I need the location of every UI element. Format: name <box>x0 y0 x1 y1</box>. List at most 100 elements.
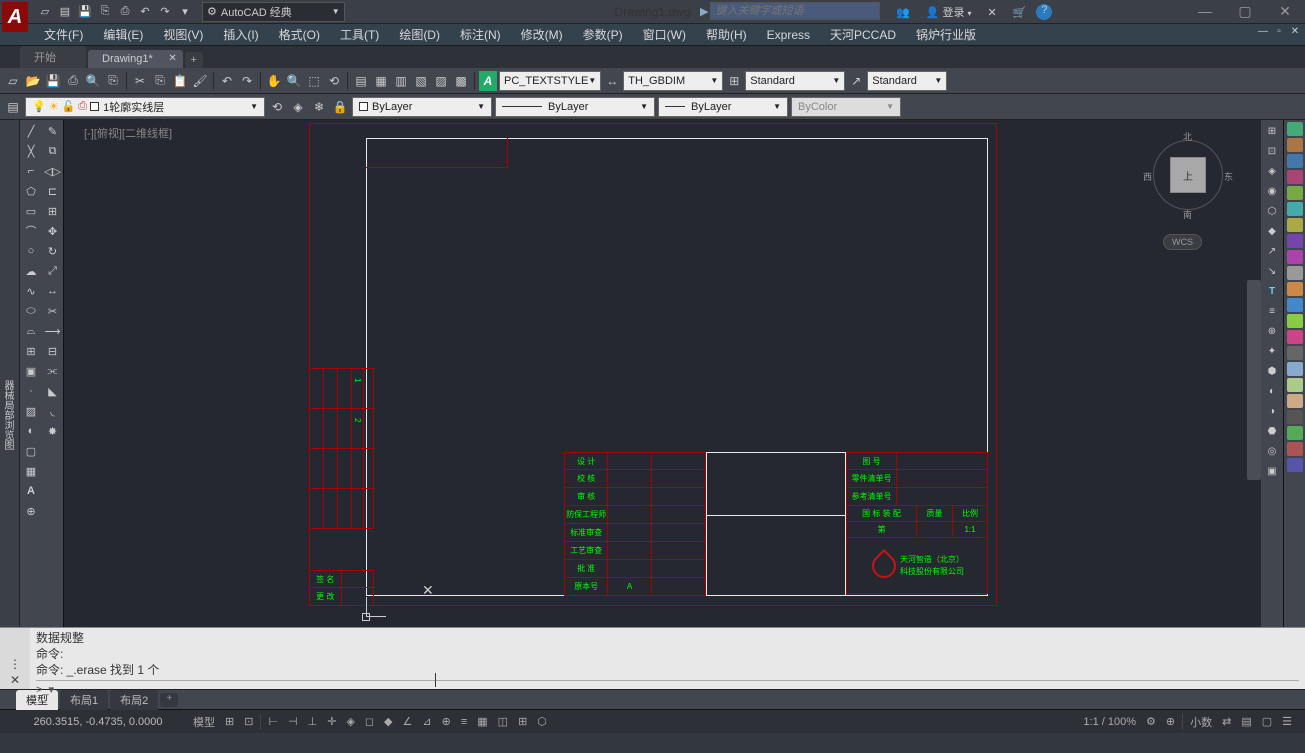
stretch-icon[interactable]: ↔ <box>44 282 62 300</box>
viewport-label[interactable]: [-][俯视][二维线框] <box>84 125 172 141</box>
tablestyle-combo[interactable]: Standard▼ <box>745 71 845 91</box>
pline-icon[interactable]: ⌐ <box>22 162 40 180</box>
menu-view[interactable]: 视图(V) <box>153 23 213 46</box>
viewcube-east[interactable]: 东 <box>1224 170 1233 183</box>
tool15-icon[interactable]: ⬣ <box>1263 422 1281 440</box>
tool12-icon[interactable]: ⬢ <box>1263 362 1281 380</box>
workspace-switcher[interactable]: ⚙ AutoCAD 经典 ▼ <box>202 2 345 22</box>
tool10-icon[interactable]: ⊕ <box>1263 322 1281 340</box>
wcs-badge[interactable]: WCS <box>1163 234 1202 250</box>
sb-model-button[interactable]: 模型 <box>188 712 220 732</box>
zoom-icon[interactable]: 🔍 <box>285 71 303 91</box>
palette-dark[interactable] <box>1287 346 1303 360</box>
palette-blue[interactable] <box>1287 154 1303 168</box>
palette-pink[interactable] <box>1287 330 1303 344</box>
exchange-icon[interactable]: ✕ <box>982 4 1003 21</box>
palette-sky[interactable] <box>1287 298 1303 312</box>
lwt-icon[interactable]: ≡ <box>456 712 472 732</box>
menu-express[interactable]: Express <box>757 25 820 45</box>
qa-caret-icon[interactable]: ▾ <box>176 3 194 21</box>
cmd-close-icon[interactable]: ✕ <box>10 673 20 687</box>
tool-text-icon[interactable]: T <box>1263 282 1281 300</box>
menu-tools[interactable]: 工具(T) <box>330 23 389 46</box>
drawing-canvas[interactable]: [-][俯视][二维线框] 1 2 签 名 更 改 设 计 校 核 审 核 防保… <box>64 120 1261 627</box>
layeriso-icon[interactable]: ◈ <box>289 97 307 117</box>
menu-dim[interactable]: 标注(N) <box>450 23 511 46</box>
fillet-icon[interactable]: ◟ <box>44 402 62 420</box>
region-icon[interactable]: ▢ <box>22 442 40 460</box>
command-input[interactable]: >_▾ <box>36 680 1299 698</box>
textstyle-icon[interactable]: A <box>479 71 497 91</box>
calc-icon[interactable]: ▩ <box>452 71 470 91</box>
mleader-icon[interactable]: ↗ <box>847 71 865 91</box>
trim-icon[interactable]: ✂ <box>44 302 62 320</box>
line-icon[interactable]: ╱ <box>22 122 40 140</box>
3dosnap-icon[interactable]: ◆ <box>379 712 397 732</box>
mdi-close[interactable]: ✕ <box>1287 26 1303 40</box>
new-icon[interactable]: ▱ <box>4 71 22 91</box>
pan-icon[interactable]: ✋ <box>265 71 283 91</box>
tool11-icon[interactable]: ✦ <box>1263 342 1281 360</box>
rotate-icon[interactable]: ↻ <box>44 242 62 260</box>
vertical-scrollbar[interactable] <box>1247 280 1261 480</box>
lineweight-combo[interactable]: ByLayer▼ <box>658 97 788 117</box>
circle-icon[interactable]: ○ <box>22 242 40 260</box>
block-icon[interactable]: ▣ <box>22 362 40 380</box>
units-label[interactable]: 小数 <box>1185 712 1217 732</box>
mirror-icon[interactable]: ◁▷ <box>44 162 62 180</box>
snap-toggle-icon[interactable]: ⊡ <box>239 712 258 732</box>
window-minimize[interactable]: — <box>1185 0 1225 22</box>
qa-open-icon[interactable]: ▤ <box>56 3 74 21</box>
erase-icon[interactable]: ✎ <box>44 122 62 140</box>
chamfer-icon[interactable]: ◣ <box>44 382 62 400</box>
tool16-icon[interactable]: ◎ <box>1263 442 1281 460</box>
infer-icon[interactable]: ⊢ <box>263 712 283 732</box>
grid-toggle-icon[interactable]: ⊞ <box>220 712 239 732</box>
preview-icon[interactable]: 🔍 <box>84 71 102 91</box>
qa-save-icon[interactable]: 💾 <box>76 3 94 21</box>
qa-redo-icon[interactable]: ↷ <box>156 3 174 21</box>
ellarc-icon[interactable]: ⌓ <box>22 322 40 340</box>
publish-icon[interactable]: ⎘ <box>104 71 122 91</box>
tab-start[interactable]: 开始 <box>20 46 86 68</box>
move-icon[interactable]: ✥ <box>44 222 62 240</box>
spline-icon[interactable]: ∿ <box>22 282 40 300</box>
tool3-icon[interactable]: ◈ <box>1263 162 1281 180</box>
tool7-icon[interactable]: ↗ <box>1263 242 1281 260</box>
app-logo[interactable]: A <box>2 2 28 32</box>
signin-button[interactable]: 👤 登录 ▾ <box>920 2 978 22</box>
cart-icon[interactable]: 🛒 <box>1007 4 1033 21</box>
layer-combo[interactable]: 💡 ☀ 🔓 ⎙ 1轮廓实线层 ▼ <box>25 97 265 117</box>
menu-params[interactable]: 参数(P) <box>573 23 633 46</box>
qa-new-icon[interactable]: ▱ <box>36 3 54 21</box>
menu-file[interactable]: 文件(F) <box>34 23 93 46</box>
customize-icon[interactable]: ▤ <box>1236 712 1256 732</box>
mleader-combo[interactable]: Standard▼ <box>867 71 947 91</box>
polar-icon[interactable]: ✛ <box>322 712 341 732</box>
tool6-icon[interactable]: ◆ <box>1263 222 1281 240</box>
side-palette-handle[interactable]: 器械局部浏览图 <box>0 120 20 627</box>
viewcube[interactable]: 上 北 南 西 东 WCS <box>1143 130 1233 250</box>
dimstyle-combo[interactable]: TH_GBDIM▼ <box>623 71 723 91</box>
qa-undo-icon[interactable]: ↶ <box>136 3 154 21</box>
save-icon[interactable]: 💾 <box>44 71 62 91</box>
qa-saveas-icon[interactable]: ⎘ <box>96 3 114 21</box>
tool5-icon[interactable]: ⬡ <box>1263 202 1281 220</box>
window-close[interactable]: ✕ <box>1265 0 1305 22</box>
undo-icon[interactable]: ↶ <box>218 71 236 91</box>
paste-icon[interactable]: 📋 <box>171 71 189 91</box>
osnap-icon[interactable]: ◻ <box>360 712 379 732</box>
tool4-icon[interactable]: ◉ <box>1263 182 1281 200</box>
menu-insert[interactable]: 插入(I) <box>213 23 268 46</box>
iso-icon[interactable]: ◈ <box>341 712 359 732</box>
ducs-icon[interactable]: ⊿ <box>417 712 436 732</box>
clean-icon[interactable]: ▢ <box>1257 712 1277 732</box>
palette-blue2[interactable] <box>1287 458 1303 472</box>
ortho-icon[interactable]: ⊥ <box>303 712 323 732</box>
palette-brown[interactable] <box>1287 138 1303 152</box>
array-icon[interactable]: ⊞ <box>44 202 62 220</box>
coords-readout[interactable]: 260.3515, -0.4735, 0.0000 <box>8 716 188 728</box>
tool17-icon[interactable]: ▣ <box>1263 462 1281 480</box>
pan-realtime-icon[interactable]: ⊞ <box>1263 122 1281 140</box>
layerthaw-icon[interactable]: ❄ <box>310 97 328 117</box>
